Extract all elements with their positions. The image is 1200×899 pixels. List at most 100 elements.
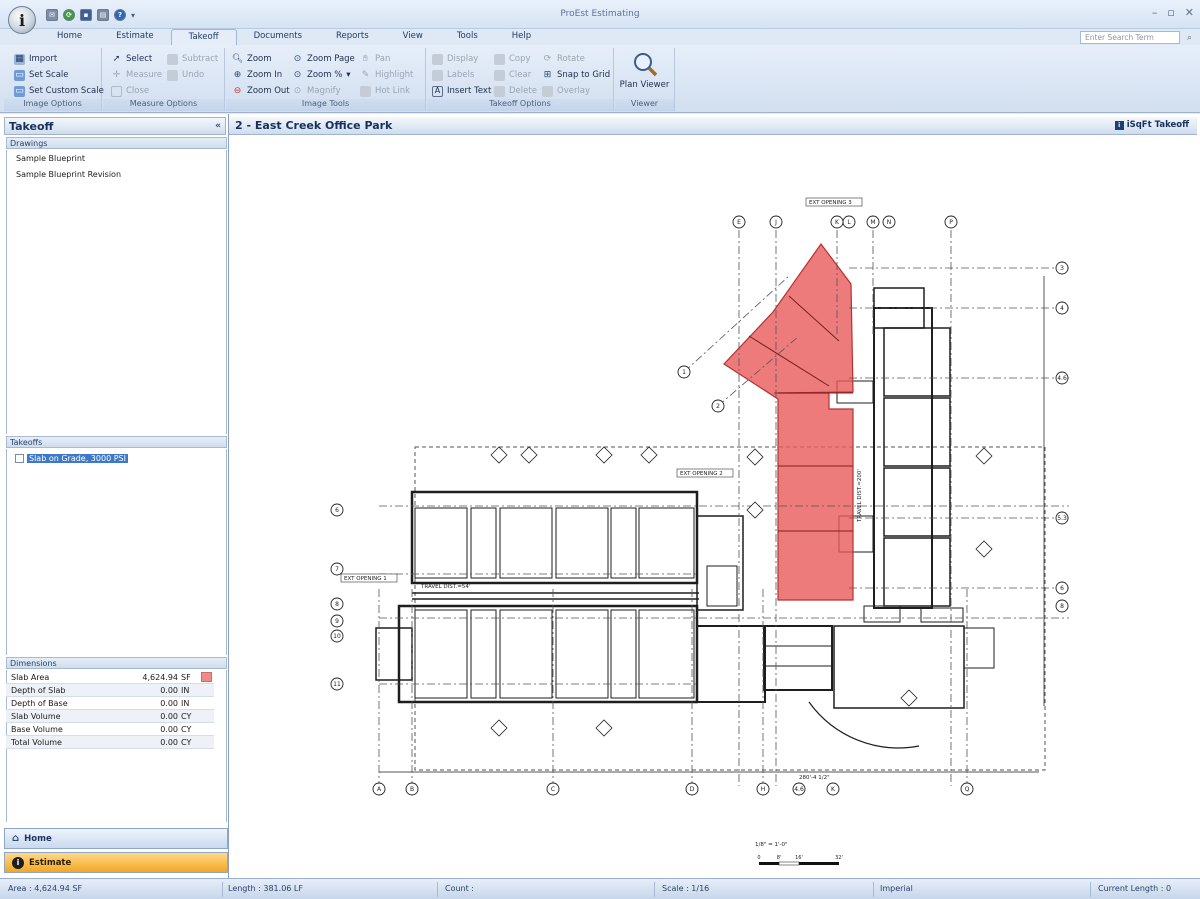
close-icon[interactable]: ✕	[1185, 6, 1194, 19]
room	[499, 507, 553, 579]
set-custom-scale-button[interactable]: ▭ Set Custom Scale	[14, 84, 104, 98]
highlight-button[interactable]: ✎ Highlight	[360, 68, 414, 82]
scale-tick: 0	[757, 855, 760, 861]
hot-link-button[interactable]: Hot Link	[360, 84, 410, 98]
drawing-item[interactable]: Sample Blueprint	[16, 154, 85, 163]
dimension-value[interactable]: 0.00	[160, 712, 178, 721]
dimension-row[interactable]: Slab Volume 0.00 CY	[6, 710, 214, 723]
search-input[interactable]: Enter Search Term	[1080, 31, 1180, 44]
zoom-page-button[interactable]: ⊙ Zoom Page	[292, 52, 355, 66]
zoom-in-icon: ⊕	[233, 69, 242, 80]
tab-view[interactable]: View	[386, 29, 440, 45]
snap-to-grid-button[interactable]: ⊞ Snap to Grid	[542, 68, 610, 82]
dimension-row[interactable]: Slab Area 4,624.94 SF	[6, 671, 214, 684]
magnify-button[interactable]: ⊙ Magnify	[292, 84, 341, 98]
copy-button[interactable]: Copy	[494, 52, 531, 66]
maximize-icon[interactable]: ▫	[1167, 6, 1174, 19]
import-button[interactable]: ▦ Import	[14, 52, 57, 66]
room	[499, 609, 553, 699]
drawing-title: 2 - East Creek Office Park	[235, 119, 393, 132]
dimension-row[interactable]: Depth of Slab 0.00 IN	[6, 684, 214, 697]
plan-note: EXT OPENING 1	[344, 576, 387, 582]
rotate-button[interactable]: ⟳ Rotate	[542, 52, 585, 66]
tab-takeoff[interactable]: Takeoff	[170, 29, 237, 45]
subtract-button[interactable]: Subtract	[167, 52, 218, 66]
ribbon-tabs: Home Estimate Takeoff Documents Reports …	[40, 29, 548, 45]
stair-block	[763, 625, 833, 691]
color-swatch[interactable]	[201, 672, 212, 682]
tab-reports[interactable]: Reports	[319, 29, 386, 45]
pan-button[interactable]: ✋︎ Pan	[360, 52, 390, 66]
classroom	[883, 537, 951, 607]
grid-label: 8	[1060, 603, 1064, 610]
grid-label: C	[551, 786, 555, 793]
search-icon[interactable]: ⌕	[1183, 31, 1196, 44]
labels-button[interactable]: Labels	[432, 68, 474, 82]
delete-button[interactable]: Delete	[494, 84, 537, 98]
nav-home-button[interactable]: ⌂ Home	[4, 828, 228, 849]
scale-note: 1/8" = 1'-0"	[755, 842, 788, 848]
app-window: i ✉ ⟳ ▪ ▤ ? ▾ ProEst Estimating – ▫ ✕ Ho…	[0, 0, 1200, 899]
insert-text-label: Insert Text	[447, 86, 492, 96]
dimension-value[interactable]: 0.00	[160, 699, 178, 708]
dropdown-icon: ▾	[346, 70, 351, 80]
dimension-name: Base Volume	[11, 725, 63, 734]
zoom-in-button[interactable]: ⊕ Zoom In	[232, 68, 282, 82]
tab-tools[interactable]: Tools	[440, 29, 495, 45]
nav-estimate-button[interactable]: i Estimate	[4, 852, 228, 873]
drawing-item[interactable]: Sample Blueprint Revision	[16, 170, 121, 179]
blueprint-canvas[interactable]: E J K L M N P 3 4 4.6 5.3 6 8 6 7 8 9 10…	[229, 136, 1199, 876]
zoom-icon: 🔍︎	[231, 53, 244, 64]
grid-label: B	[410, 786, 414, 793]
collapse-icon[interactable]: «	[215, 121, 221, 131]
dimension-row[interactable]: Depth of Base 0.00 IN	[6, 697, 214, 710]
zoom-percent-button[interactable]: ⊙ Zoom % ▾	[292, 68, 351, 82]
group-label: Image Tools	[226, 99, 425, 111]
group-viewer: Plan Viewer Viewer	[615, 48, 675, 111]
dimension-value[interactable]: 0.00	[160, 738, 178, 747]
dimensions-header: Dimensions	[6, 657, 227, 669]
grid-label: 3	[1060, 265, 1064, 272]
display-button[interactable]: Display	[432, 52, 478, 66]
undo-icon	[167, 69, 178, 81]
measure-button[interactable]: ✛ Measure	[111, 68, 162, 82]
insert-text-button[interactable]: A Insert Text	[432, 84, 491, 98]
dimension-row[interactable]: Base Volume 0.00 CY	[6, 723, 214, 736]
set-scale-button[interactable]: ▭ Set Scale	[14, 68, 69, 82]
isqft-takeoff-link[interactable]: i iSqFt Takeoff	[1114, 120, 1189, 130]
grid-label: D	[690, 786, 695, 793]
dimension-value[interactable]: 0.00	[160, 725, 178, 734]
close-shape-button[interactable]: Close	[111, 84, 149, 98]
plan-viewer-button[interactable]: Plan Viewer	[615, 50, 674, 90]
clear-button[interactable]: Clear	[494, 68, 531, 82]
zoom-button[interactable]: 🔍︎ Zoom	[232, 52, 272, 66]
grid-icon: ⊞	[543, 69, 552, 80]
toilet-room	[470, 609, 497, 699]
grid-label: 4.6	[794, 786, 804, 793]
dimension-value[interactable]: 4,624.94	[142, 673, 178, 682]
app-menu-button[interactable]: i	[8, 6, 36, 34]
select-button[interactable]: ➚ Select	[111, 52, 153, 66]
close-shape-icon	[111, 85, 122, 97]
tab-estimate[interactable]: Estimate	[99, 29, 171, 45]
text-icon: A	[432, 85, 443, 97]
dimension-value[interactable]: 0.00	[160, 686, 178, 695]
tab-home[interactable]: Home	[40, 29, 99, 45]
takeoff-item[interactable]: Slab on Grade, 3000 PSI	[15, 454, 128, 463]
takeoff-checkbox[interactable]	[15, 454, 24, 463]
minimize-icon[interactable]: –	[1152, 6, 1158, 19]
measure-label: Measure	[126, 70, 163, 80]
tab-documents[interactable]: Documents	[237, 29, 319, 45]
grid-label: 6	[335, 507, 339, 514]
estimate-icon: i	[12, 856, 24, 869]
undo-button[interactable]: Undo	[167, 68, 204, 82]
overlay-button[interactable]: Overlay	[542, 84, 590, 98]
zoom-out-button[interactable]: ⊖ Zoom Out	[232, 84, 290, 98]
display-label: Display	[447, 54, 479, 64]
takeoff-label[interactable]: Slab on Grade, 3000 PSI	[27, 454, 128, 463]
plan-note: EXT OPENING 2	[680, 471, 723, 477]
tab-help[interactable]: Help	[495, 29, 548, 45]
grid-label: 2	[716, 403, 720, 410]
group-takeoff-options: Display Labels A Insert Text Copy Clear D…	[427, 48, 614, 111]
dimension-row[interactable]: Total Volume 0.00 CY	[6, 736, 214, 749]
